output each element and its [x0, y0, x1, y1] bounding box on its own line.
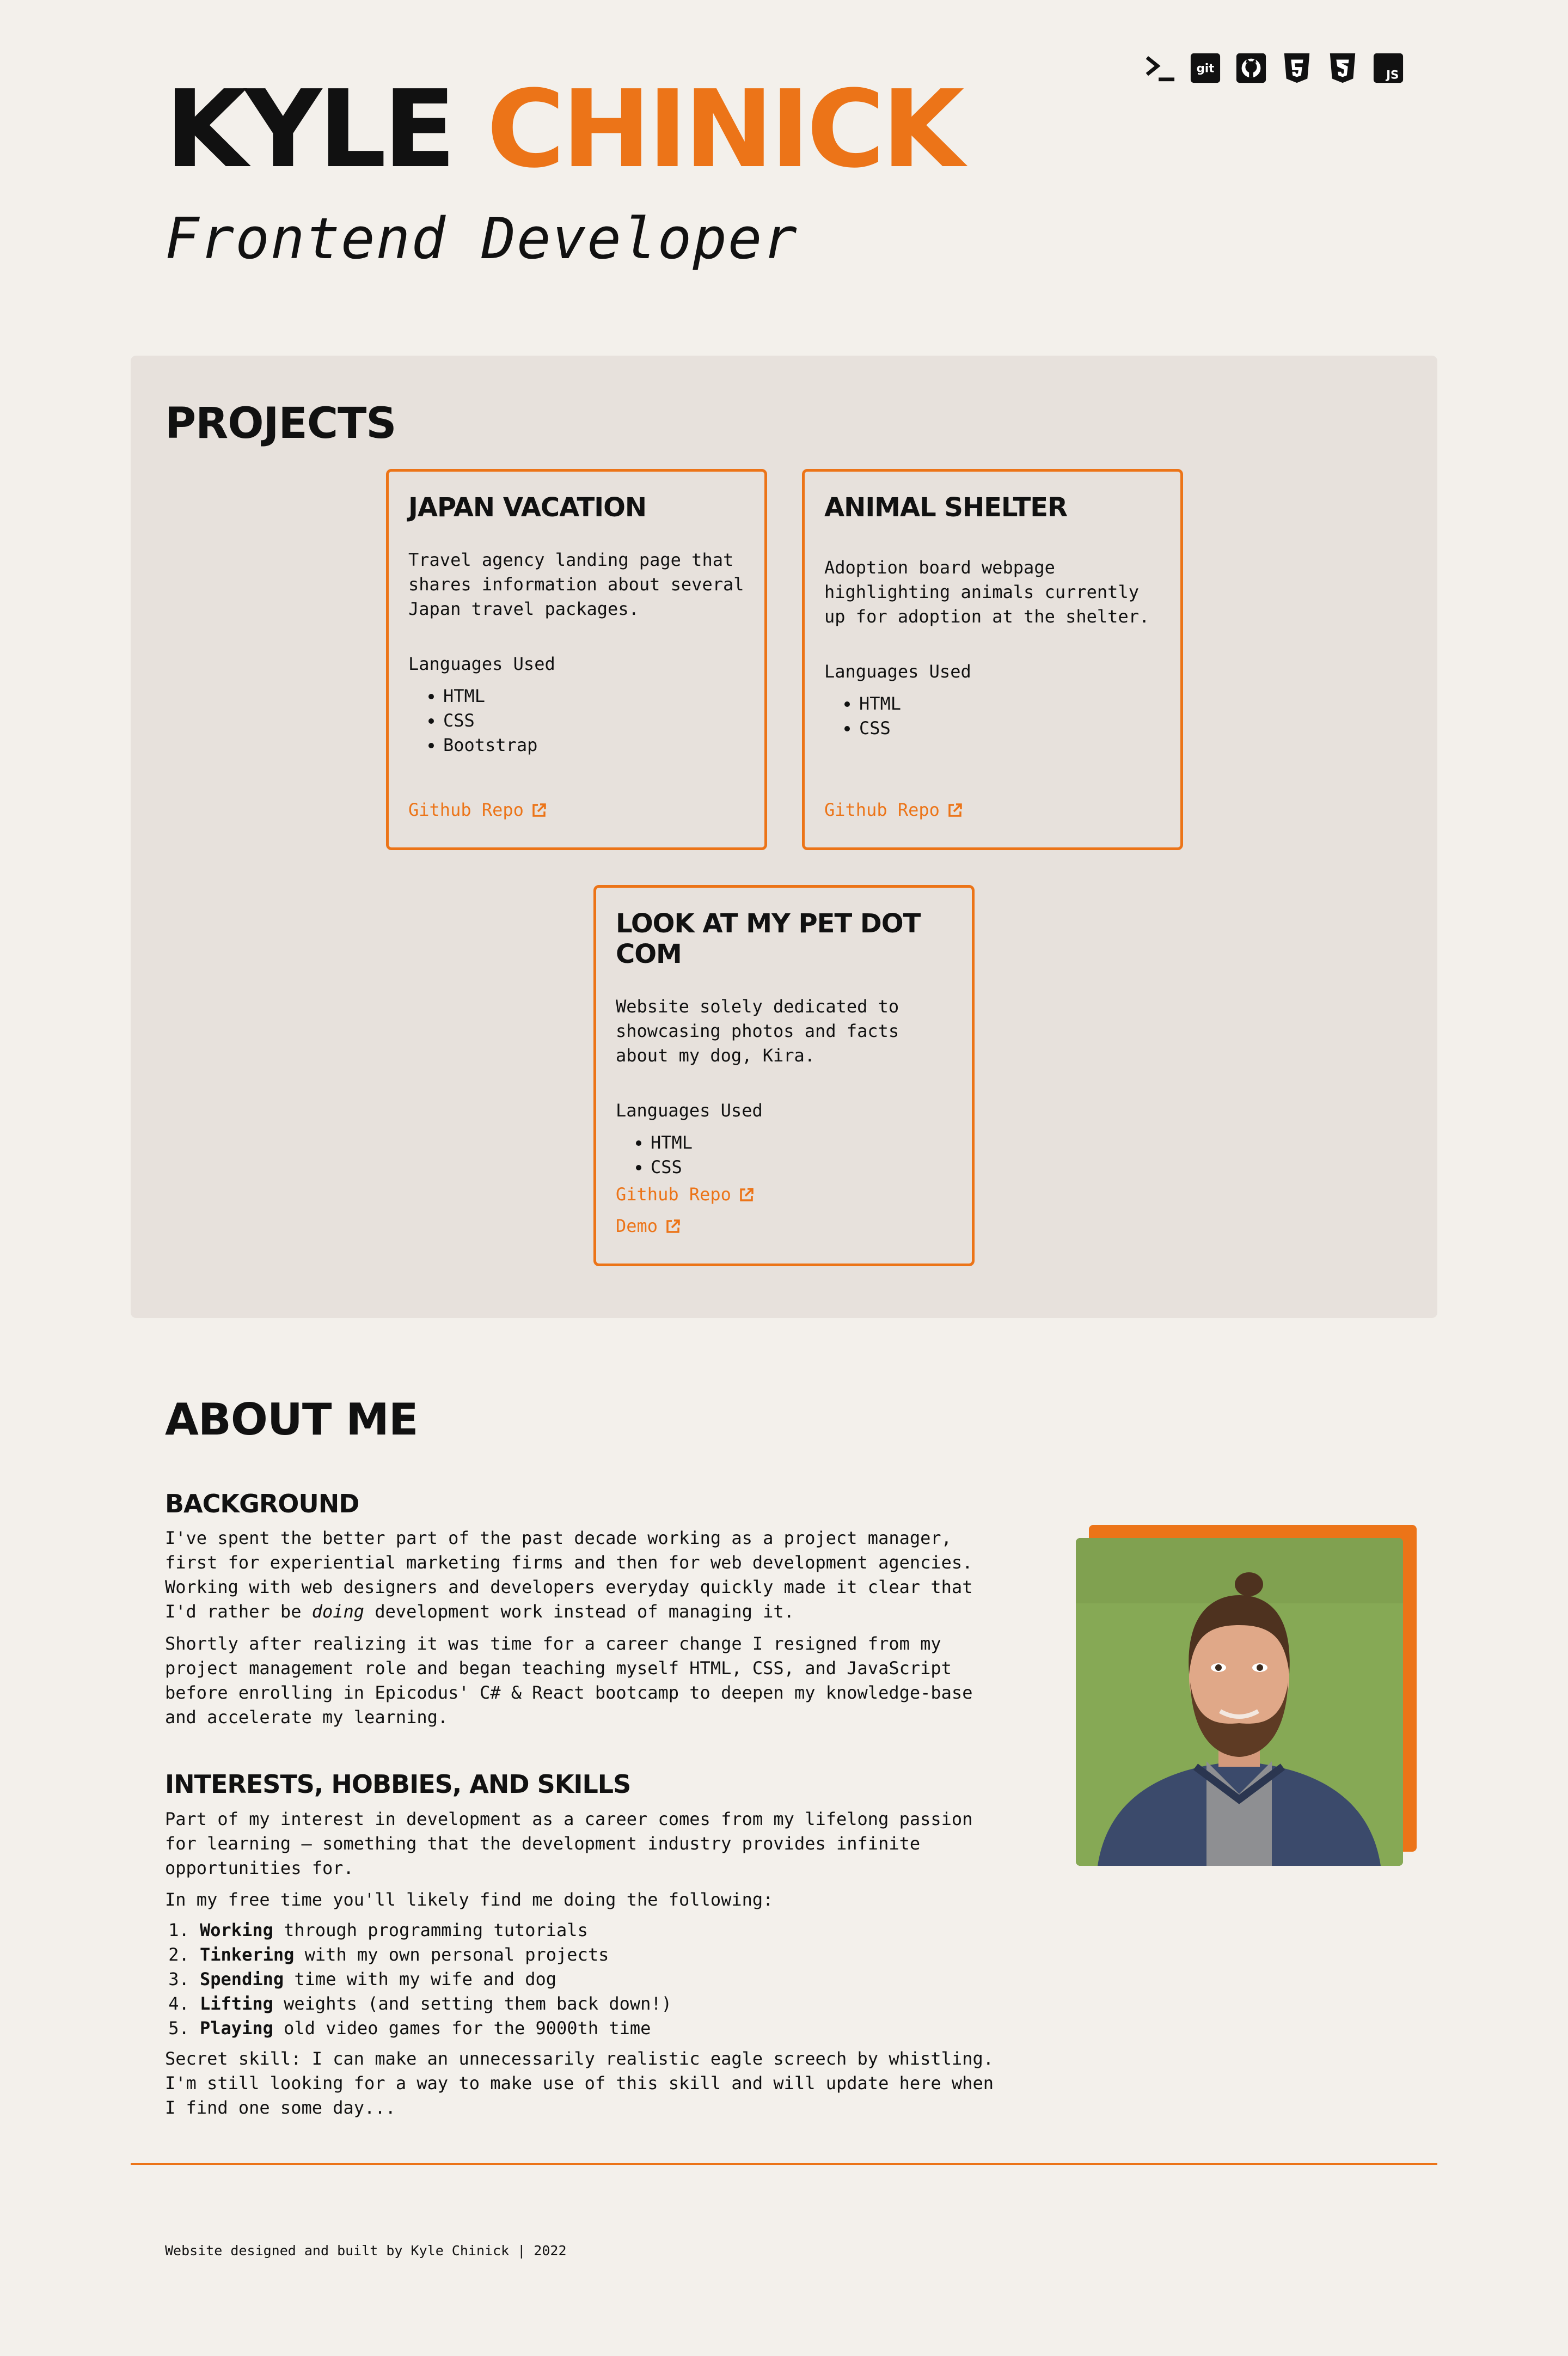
project-card-animal-shelter: ANIMAL SHELTER Adoption board webpage hi…: [802, 469, 1183, 850]
project-description: Adoption board webpage highlighting anim…: [824, 557, 1150, 627]
hobby-verb: Spending: [200, 1969, 284, 1989]
background-heading: BACKGROUND: [165, 1489, 359, 1518]
footer-divider: [131, 2163, 1437, 2165]
project-card-japan-vacation: JAPAN VACATION Travel agency landing pag…: [386, 469, 767, 850]
javascript-icon: JS: [1373, 53, 1404, 83]
about-heading: ABOUT ME: [165, 1394, 419, 1445]
list-item: HTML: [859, 692, 1161, 716]
hobby-verb: Lifting: [200, 1993, 273, 2014]
list-item: HTML: [651, 1131, 952, 1155]
project-description: Website solely dedicated to showcasing p…: [616, 996, 899, 1066]
job-title: Frontend Developer: [165, 205, 799, 272]
languages-list: HTML CSS: [824, 692, 1161, 741]
external-link-icon: [532, 803, 546, 817]
hobby-text: weights (and setting them back down!): [273, 1993, 672, 2014]
footer-text: Website designed and built by Kyle Chini…: [165, 2243, 567, 2259]
text-fragment: development work instead of managing it.: [364, 1601, 794, 1622]
list-item: Bootstrap: [443, 733, 745, 758]
languages-label: Languages Used: [408, 654, 555, 674]
languages-list: HTML CSS Bootstrap: [408, 684, 745, 758]
languages-list: HTML CSS: [616, 1131, 952, 1180]
hobby-text: with my own personal projects: [294, 1944, 609, 1965]
svg-text:git: git: [1197, 62, 1215, 76]
hobby-text: time with my wife and dog: [284, 1969, 557, 1989]
hobby-verb: Tinkering: [200, 1944, 295, 1965]
github-repo-link[interactable]: Github Repo: [616, 1179, 754, 1210]
languages-label: Languages Used: [616, 1100, 763, 1121]
external-link-icon: [740, 1188, 754, 1201]
list-item: Playing old video games for the 9000th t…: [200, 2016, 672, 2041]
link-label: Demo: [616, 1216, 658, 1236]
interests-paragraph-2: In my free time you'll likely find me do…: [165, 1889, 774, 1910]
tech-icon-bar: git JS: [1144, 52, 1404, 84]
link-label: Github Repo: [616, 1184, 731, 1205]
hobby-text: old video games for the 9000th time: [273, 2018, 651, 2038]
portrait-illustration: [1076, 1538, 1403, 1866]
list-item: CSS: [651, 1155, 952, 1180]
project-description: Travel agency landing page that shares i…: [408, 550, 744, 619]
project-card-look-at-my-pet: LOOK AT MY PET DOT COM Website solely de…: [593, 885, 975, 1266]
profile-photo-frame: [1076, 1525, 1417, 1867]
languages-label: Languages Used: [824, 661, 971, 682]
project-title: JAPAN VACATION: [408, 492, 647, 523]
terminal-icon: [1146, 56, 1175, 82]
last-name: CHINICK: [486, 68, 964, 192]
project-links: Github Repo Demo: [616, 1179, 754, 1242]
project-links: Github Repo: [824, 794, 963, 826]
projects-heading: PROJECTS: [165, 399, 396, 448]
list-item: Spending time with my wife and dog: [200, 1967, 672, 1992]
github-repo-link[interactable]: Github Repo: [824, 794, 963, 826]
link-label: Github Repo: [408, 799, 524, 820]
external-link-icon: [948, 803, 962, 817]
projects-section: PROJECTS JAPAN VACATION Travel agency la…: [131, 356, 1437, 1318]
html5-icon: [1284, 53, 1310, 83]
link-label: Github Repo: [824, 799, 940, 820]
project-title: LOOK AT MY PET DOT COM: [616, 908, 921, 969]
project-title: ANIMAL SHELTER: [824, 492, 1068, 523]
secret-skill-paragraph: Secret skill: I can make an unnecessaril…: [165, 2048, 994, 2118]
hobby-verb: Playing: [200, 2018, 273, 2038]
list-item: Tinkering with my own personal projects: [200, 1943, 672, 1967]
css3-icon: [1330, 53, 1356, 83]
project-links: Github Repo: [408, 794, 547, 826]
list-item: Lifting weights (and setting them back d…: [200, 1992, 672, 2016]
github-icon: [1236, 53, 1266, 83]
list-item: HTML: [443, 684, 745, 709]
list-item: Working through programming tutorials: [200, 1918, 672, 1943]
profile-photo: [1076, 1538, 1403, 1866]
git-icon: git: [1190, 53, 1221, 83]
first-name: KYLE: [165, 68, 456, 192]
github-repo-link[interactable]: Github Repo: [408, 794, 547, 826]
list-item: CSS: [443, 709, 745, 733]
list-item: CSS: [859, 716, 1161, 741]
demo-link[interactable]: Demo: [616, 1210, 754, 1242]
external-link-icon: [666, 1219, 680, 1233]
interests-paragraph-1: Part of my interest in development as a …: [165, 1809, 973, 1878]
site-title: KYLE CHINICK: [165, 76, 964, 183]
hobby-text: through programming tutorials: [273, 1920, 588, 1940]
hobby-verb: Working: [200, 1920, 273, 1940]
hobbies-list: Working through programming tutorials Ti…: [165, 1918, 672, 2041]
emphasis: doing: [311, 1601, 365, 1622]
background-paragraph-2: Shortly after realizing it was time for …: [165, 1633, 973, 1728]
svg-text:JS: JS: [1385, 68, 1399, 82]
background-paragraph-1: I've spent the better part of the past d…: [165, 1526, 1014, 1624]
interests-heading: INTERESTS, HOBBIES, AND SKILLS: [165, 1769, 631, 1799]
